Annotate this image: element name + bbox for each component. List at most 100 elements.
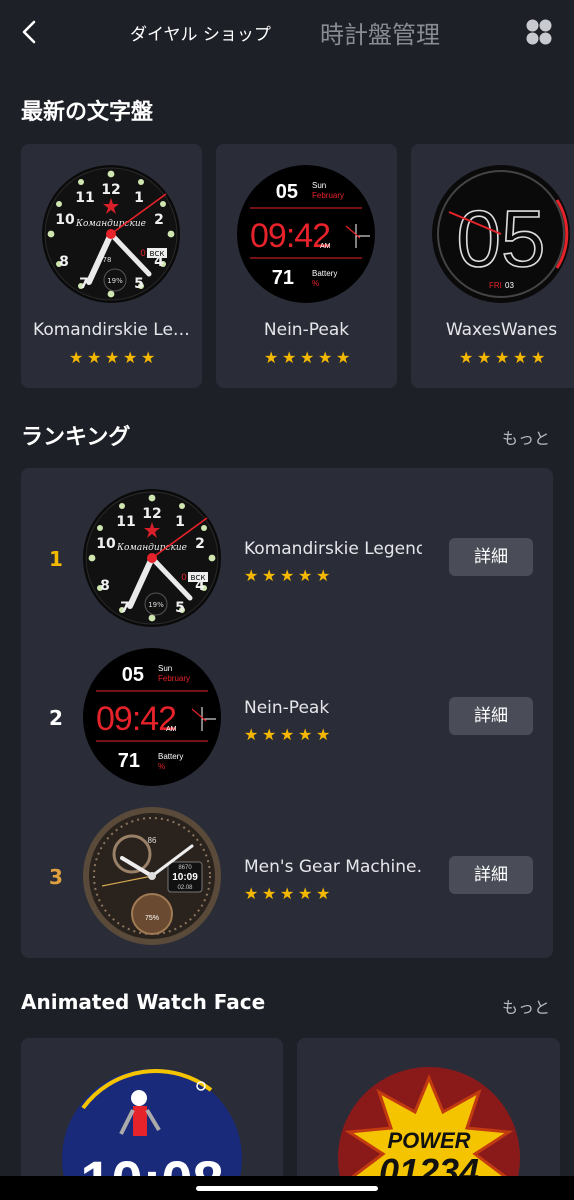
rank-item-name: Komandirskie Legend xyxy=(244,539,422,559)
svg-text:%: % xyxy=(312,279,319,288)
star-icon: ★ xyxy=(262,566,277,585)
ranking-more-link[interactable]: もっと xyxy=(502,425,550,449)
latest-card-komandirskie[interactable]: 12 1 2 4 5 7 8 10 11 Командирские 0 ВСК … xyxy=(21,144,202,388)
svg-text:Battery: Battery xyxy=(312,269,337,278)
detail-button[interactable]: 詳細 xyxy=(449,697,533,735)
svg-text:AM: AM xyxy=(166,726,177,733)
svg-text:09:42: 09:42 xyxy=(250,217,330,255)
tab-watchface-management[interactable]: 時計盤管理 xyxy=(320,15,440,50)
star-icon: ★ xyxy=(262,884,277,903)
star-icon: ★ xyxy=(282,348,297,367)
brand-text: Командирские xyxy=(75,219,146,229)
watchface-komandirskie-thumbnail: 12 1 2 4 5 7 8 10 11 Командирские 0 ВСК … xyxy=(83,489,221,627)
latest-card-waxes-wanes[interactable]: 05 FRI 03 WaxesWanes ★ ★ ★ ★ ★ xyxy=(411,144,574,388)
svg-text:71: 71 xyxy=(118,750,140,772)
star-icon: ★ xyxy=(316,884,331,903)
star-icon: ★ xyxy=(123,348,138,367)
svg-text:2: 2 xyxy=(195,536,205,552)
star-icon: ★ xyxy=(298,725,313,744)
rank-item-name: Men's Gear Machine… xyxy=(244,857,422,877)
star-icon: ★ xyxy=(244,884,259,903)
list-item[interactable]: 2 05 Sun February 09:42 AM 71 Battery % … xyxy=(21,647,553,787)
list-item[interactable]: 1 12 1 2 4 5 7 8 10 11 Командирские 0 ВС… xyxy=(21,488,553,628)
svg-text:75%: 75% xyxy=(145,915,159,922)
star-icon: ★ xyxy=(280,725,295,744)
star-icon: ★ xyxy=(298,566,313,585)
star-icon: ★ xyxy=(280,884,295,903)
latest-card-nein-peak[interactable]: 05 Sun February 09:42 AM 71 Battery % Ne… xyxy=(216,144,397,388)
numeral-5: 5 xyxy=(134,276,144,292)
svg-text:86: 86 xyxy=(148,836,157,845)
svg-text:POWER: POWER xyxy=(387,1128,470,1153)
svg-text:Battery: Battery xyxy=(158,752,183,761)
svg-text:19%: 19% xyxy=(107,277,123,285)
svg-text:02.08: 02.08 xyxy=(177,885,193,891)
star-icon: ★ xyxy=(316,725,331,744)
svg-text:05: 05 xyxy=(276,181,298,203)
detail-button[interactable]: 詳細 xyxy=(449,538,533,576)
svg-text:0: 0 xyxy=(140,249,146,259)
svg-text:10: 10 xyxy=(96,536,116,552)
star-icon: ★ xyxy=(262,725,277,744)
grid-icon[interactable] xyxy=(525,18,553,46)
star-icon: ★ xyxy=(495,348,510,367)
star-icon: ★ xyxy=(141,348,156,367)
star-icon: ★ xyxy=(244,725,259,744)
svg-text:71: 71 xyxy=(272,267,294,289)
svg-text:February: February xyxy=(312,191,344,200)
svg-text:10:09: 10:09 xyxy=(172,872,198,883)
watchface-waxes-wanes-thumbnail: 05 FRI 03 xyxy=(432,165,570,303)
svg-text:05: 05 xyxy=(457,194,546,283)
star-icon: ★ xyxy=(105,348,120,367)
numeral-11: 11 xyxy=(75,190,94,206)
numeral-1: 1 xyxy=(134,190,144,206)
card-name: Komandirskie Le… xyxy=(33,320,190,340)
rating-stars: ★ ★ ★ ★ ★ xyxy=(244,568,332,584)
ranking-list: 1 12 1 2 4 5 7 8 10 11 Командирские 0 ВС… xyxy=(21,468,553,958)
svg-text:78: 78 xyxy=(103,256,112,264)
watchface-nein-peak-thumbnail: 05 Sun February 09:42 AM 71 Battery % xyxy=(83,648,221,786)
svg-text:09:42: 09:42 xyxy=(96,700,176,738)
watchface-nein-peak-thumbnail: 05 Sun February 09:42 AM 71 Battery % xyxy=(237,165,375,303)
svg-text:1: 1 xyxy=(175,514,185,530)
star-icon: ★ xyxy=(513,348,528,367)
svg-text:03: 03 xyxy=(505,281,514,290)
svg-text:5: 5 xyxy=(175,600,185,616)
rank-number: 2 xyxy=(49,706,63,730)
svg-text:8: 8 xyxy=(100,578,110,594)
svg-text:8670: 8670 xyxy=(178,865,192,871)
svg-text:11: 11 xyxy=(116,514,135,530)
star-icon: ★ xyxy=(264,348,279,367)
detail-button[interactable]: 詳細 xyxy=(449,856,533,894)
animated-more-link[interactable]: もっと xyxy=(502,994,550,1018)
svg-text:%: % xyxy=(158,762,165,771)
rating-stars: ★ ★ ★ ★ ★ xyxy=(244,727,332,743)
chevron-left-icon[interactable] xyxy=(16,18,42,46)
star-icon: ★ xyxy=(477,348,492,367)
star-icon: ★ xyxy=(300,348,315,367)
watchface-mens-gear-thumbnail: 86 8670 10:09 02.08 75% xyxy=(83,807,221,945)
svg-text:Командирские: Командирские xyxy=(116,543,187,553)
rank-item-name: Nein-Peak xyxy=(244,698,330,718)
watchface-komandirskie-thumbnail: 12 1 2 4 5 7 8 10 11 Командирские 0 ВСК … xyxy=(42,165,180,303)
svg-text:AM: AM xyxy=(320,243,331,250)
star-icon: ★ xyxy=(69,348,84,367)
svg-text:Sun: Sun xyxy=(312,181,326,190)
svg-text:0: 0 xyxy=(181,573,187,583)
home-indicator[interactable] xyxy=(196,1186,378,1191)
star-icon: ★ xyxy=(280,566,295,585)
star-icon: ★ xyxy=(318,348,333,367)
star-icon: ★ xyxy=(87,348,102,367)
card-name: Nein-Peak xyxy=(263,320,350,340)
numeral-8: 8 xyxy=(59,254,69,270)
section-title-animated: Animated Watch Face xyxy=(21,990,266,1014)
svg-text:05: 05 xyxy=(122,664,144,686)
card-name: WaxesWanes xyxy=(445,320,558,340)
rating-stars: ★ ★ ★ ★ ★ xyxy=(264,350,352,366)
rating-stars: ★ ★ ★ ★ ★ xyxy=(69,350,157,366)
tab-dial-shop[interactable]: ダイヤル ショップ xyxy=(130,20,271,45)
top-bar: ダイヤル ショップ 時計盤管理 xyxy=(0,0,574,64)
list-item[interactable]: 3 86 8670 10:09 02.08 75% Men's Gear Mac… xyxy=(21,806,553,946)
star-icon: ★ xyxy=(298,884,313,903)
svg-text:ВСК: ВСК xyxy=(191,574,206,582)
